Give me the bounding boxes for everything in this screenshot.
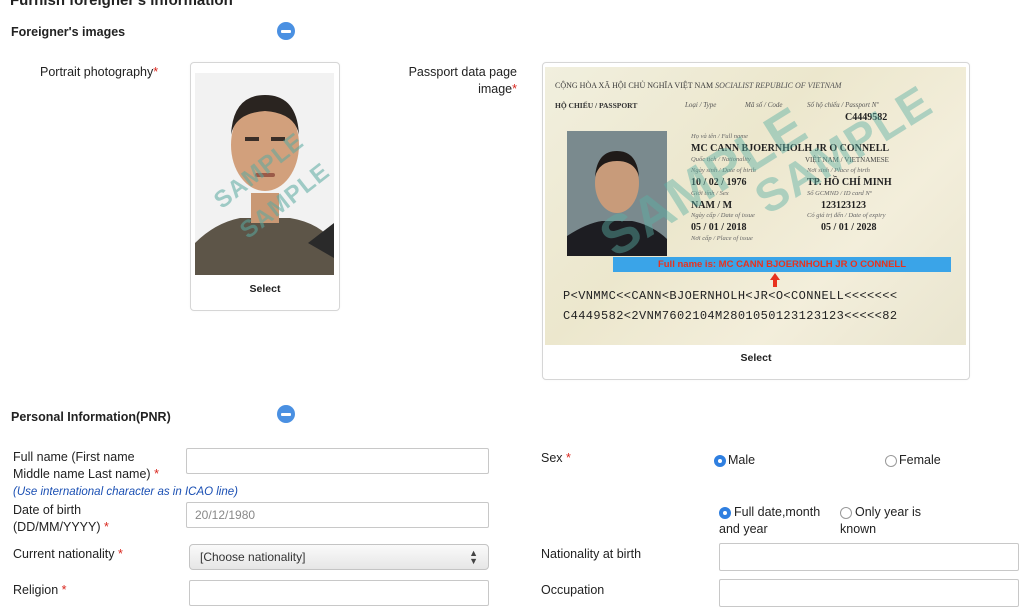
portrait-card[interactable]: SAMPLE SAMPLE Select [190,62,340,311]
passport-type-label: Loại / Type [685,101,717,109]
passport-card[interactable]: CỘNG HÒA XÃ HỘI CHỦ NGHĨA VIỆT NAM SOCIA… [542,62,970,380]
images-section-title: Foreigner's images [11,25,126,39]
passport-id-value: 123123123 [821,200,866,211]
passport-header: CỘNG HÒA XÃ HỘI CHỦ NGHĨA VIỆT NAM SOCIA… [555,81,842,90]
nationality-birth-label: Nationality at birth [541,547,642,561]
portrait-label: Portrait photography* [40,65,159,79]
passport-select-button[interactable]: Select [543,352,969,364]
page-title: Furnish foreigner's information [10,0,233,9]
passport-doc-label: HỘ CHIẾU / PASSPORT [555,101,638,110]
dob-input[interactable]: 20/12/1980 [186,502,489,528]
full-name-input[interactable] [186,448,489,474]
nationality-select[interactable]: [Choose nationality] ▲ ▼ [189,544,489,570]
sex-female-radio[interactable] [885,454,897,467]
collapse-images-button[interactable] [277,22,295,40]
nationality-label: Current nationality * [13,547,123,561]
dob-full-option[interactable]: Full date,month and year [719,504,820,538]
passport-label: Passport data page image* [408,65,517,96]
passport-mrz-line2: C4449582<2VNM7602104M2801050123123123<<<… [563,309,898,323]
occupation-input[interactable] [719,579,1019,607]
arrow-stem [773,279,777,287]
minus-icon [281,412,291,416]
passport-poi-label: Nơi cấp / Place of issue [691,235,753,242]
select-arrows-icon: ▲ ▼ [469,548,478,566]
passport-expiry-value: 05 / 01 / 2028 [821,222,877,233]
sex-label: Sex * [541,451,571,465]
pnr-section-title: Personal Information(PNR) [11,410,171,424]
dob-label: Date of birth (DD/MM/YYYY) * [13,503,109,534]
passport-image: CỘNG HÒA XÃ HỘI CHỦ NGHĨA VIỆT NAM SOCIA… [545,67,966,345]
religion-label: Religion * [13,583,67,597]
passport-issue-value: 05 / 01 / 2018 [691,222,747,233]
passport-expiry-label: Có giá trị đến / Date of expiry [807,212,886,219]
passport-mrz-line1: P<VNMMC<<CANN<BJOERNHOLH<JR<O<CONNELL<<<… [563,289,898,303]
dob-year-radio[interactable] [840,506,852,519]
occupation-label: Occupation [541,583,605,597]
minus-icon [281,29,291,33]
portrait-image: SAMPLE SAMPLE [195,73,334,275]
religion-input[interactable] [189,580,489,606]
portrait-select-button[interactable]: Select [191,283,339,295]
sex-male-option[interactable]: Male [714,452,755,469]
dob-year-option[interactable]: Only year is known [840,504,921,538]
sex-female-option[interactable]: Female [885,452,941,469]
dob-full-radio[interactable] [719,506,731,519]
collapse-pnr-button[interactable] [277,405,295,423]
fullname-banner: Full name is: MC CANN BJOERNHOLH JR O CO… [613,257,951,272]
full-name-label: Full name (First name Middle name Last n… [13,450,159,481]
nationality-birth-input[interactable] [719,543,1019,571]
full-name-hint: (Use international character as in ICAO … [13,486,238,498]
sex-male-radio[interactable] [714,454,726,467]
